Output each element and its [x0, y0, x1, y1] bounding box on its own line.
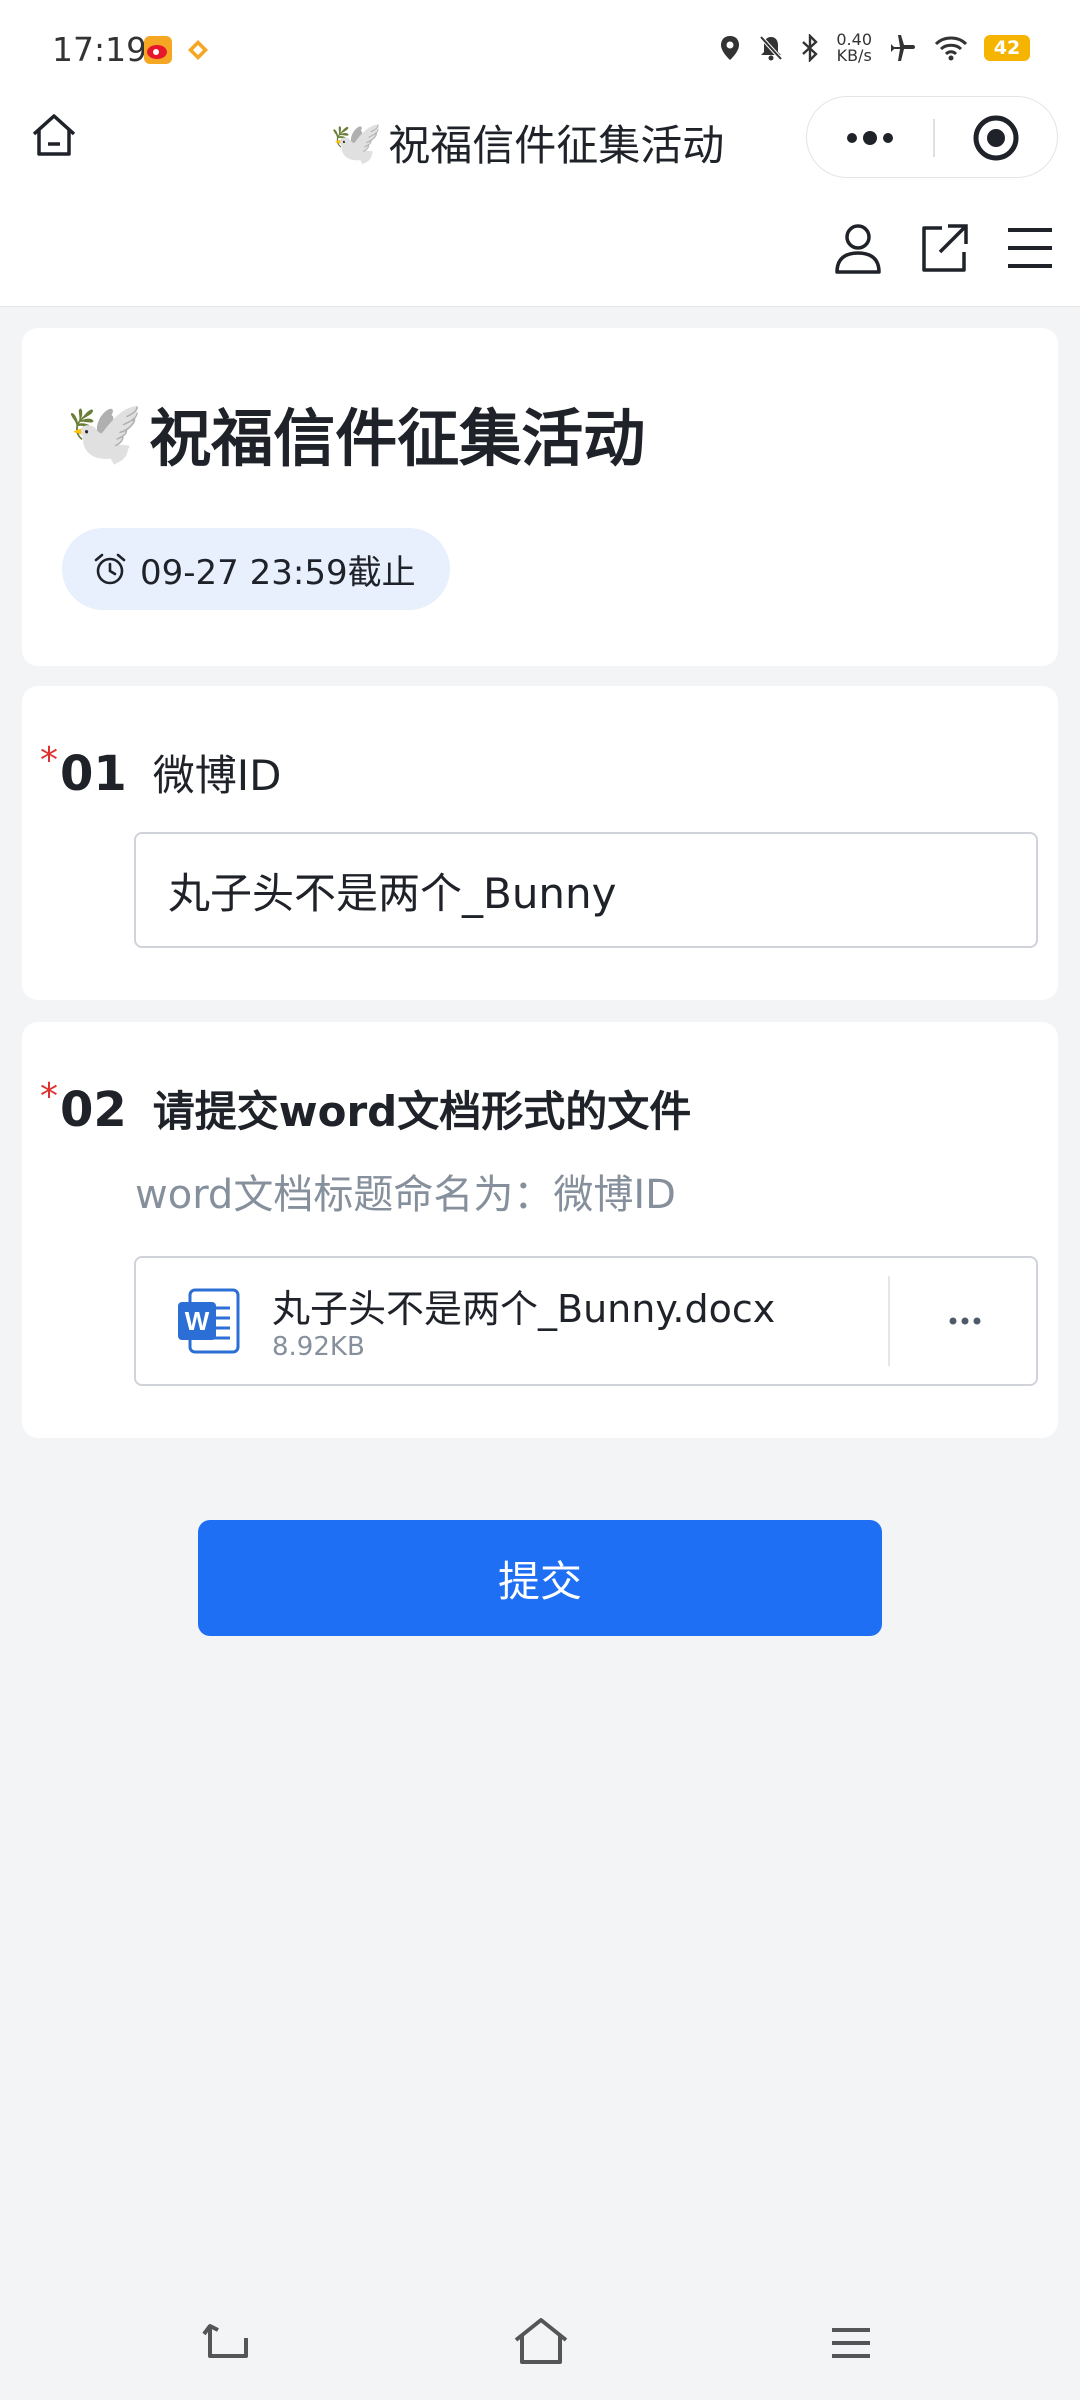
- menu-icon: [1008, 228, 1052, 268]
- share-button[interactable]: [918, 220, 970, 276]
- close-button[interactable]: [934, 97, 1059, 179]
- share-icon: [922, 224, 968, 272]
- dove-emoji-icon: 🕊️: [330, 117, 383, 167]
- capsule-menu: [806, 96, 1058, 178]
- airplane-icon: [891, 35, 915, 61]
- deadline-text: 09-27 23:59截止: [140, 552, 416, 593]
- required-mark: *: [40, 740, 58, 781]
- net-speed: 0.40 KB/s: [836, 30, 872, 65]
- submit-button[interactable]: 提交: [198, 1520, 882, 1636]
- alarm-clock-icon: [94, 553, 126, 585]
- home-icon: [32, 114, 76, 156]
- home-outline-icon: [514, 2318, 568, 2364]
- question-header: * 02 请提交word文档形式的文件: [40, 1076, 692, 1139]
- mute-bell-icon: [759, 35, 783, 61]
- status-app-icons: [144, 36, 212, 64]
- app-header: 🕊️ 祝福信件征集活动: [0, 92, 1080, 307]
- file-size: 8.92KB: [272, 1332, 365, 1362]
- bluetooth-icon: [802, 34, 819, 62]
- more-dots-icon: [847, 131, 893, 145]
- question-label: 请提交word文档形式的文件: [152, 1087, 692, 1136]
- file-name: 丸子头不是两个_Bunny.docx: [272, 1287, 776, 1331]
- uploaded-file[interactable]: W 丸子头不是两个_Bunny.docx 8.92KB: [134, 1256, 1038, 1386]
- question-description: word文档标题命名为：微博ID: [135, 1172, 676, 1218]
- status-bar: 17:19 0.40 KB/s 42: [0, 0, 1080, 92]
- system-nav-bar: [0, 2290, 1080, 2400]
- deadline-badge: 09-27 23:59截止: [62, 528, 450, 610]
- question-header: * 01 微博ID: [40, 740, 282, 803]
- question-label: 微博ID: [152, 751, 282, 800]
- menu-lines-icon: [832, 2328, 870, 2358]
- status-icons: 0.40 KB/s 42: [718, 32, 1030, 64]
- system-home-button[interactable]: [506, 2308, 576, 2378]
- home-button[interactable]: [28, 110, 80, 162]
- location-icon: [721, 36, 740, 60]
- close-target-icon: [973, 115, 1019, 161]
- wifi-icon: [934, 36, 968, 61]
- required-mark: *: [40, 1076, 58, 1117]
- header-toolbar: [832, 220, 1056, 276]
- user-icon: [835, 224, 881, 274]
- form-title-text: 祝福信件征集活动: [149, 402, 646, 475]
- battery-icon: 42: [984, 35, 1030, 61]
- status-time: 17:19: [52, 30, 148, 69]
- menu-button[interactable]: [1004, 220, 1056, 276]
- header-title-text: 祝福信件征集活动: [388, 121, 725, 170]
- question-number: 01: [60, 746, 127, 802]
- word-file-icon: W: [178, 1288, 240, 1354]
- form-title: 🕊️ 祝福信件征集活动: [66, 388, 645, 478]
- back-button[interactable]: [192, 2308, 262, 2378]
- file-more-button[interactable]: [892, 1258, 1038, 1384]
- word-icon-letter: W: [185, 1306, 210, 1336]
- more-horizontal-icon: [949, 1317, 981, 1325]
- file-divider: [888, 1276, 890, 1366]
- user-button[interactable]: [832, 220, 884, 276]
- dove-emoji-icon: 🕊️: [66, 396, 144, 469]
- app-icon: [184, 36, 212, 64]
- form-title-card: 🕊️ 祝福信件征集活动 09-27 23:59截止: [22, 328, 1058, 666]
- question-card-01: * 01 微博ID: [22, 686, 1058, 1000]
- recents-button[interactable]: [816, 2308, 886, 2378]
- more-button[interactable]: [807, 97, 933, 179]
- weibo-id-input[interactable]: [134, 832, 1038, 948]
- back-icon: [202, 2324, 248, 2358]
- question-number: 02: [60, 1082, 127, 1138]
- header-title: 🕊️ 祝福信件征集活动: [330, 112, 724, 173]
- weibo-app-icon: [144, 36, 172, 64]
- question-card-02: * 02 请提交word文档形式的文件 word文档标题命名为：微博ID W 丸…: [22, 1022, 1058, 1438]
